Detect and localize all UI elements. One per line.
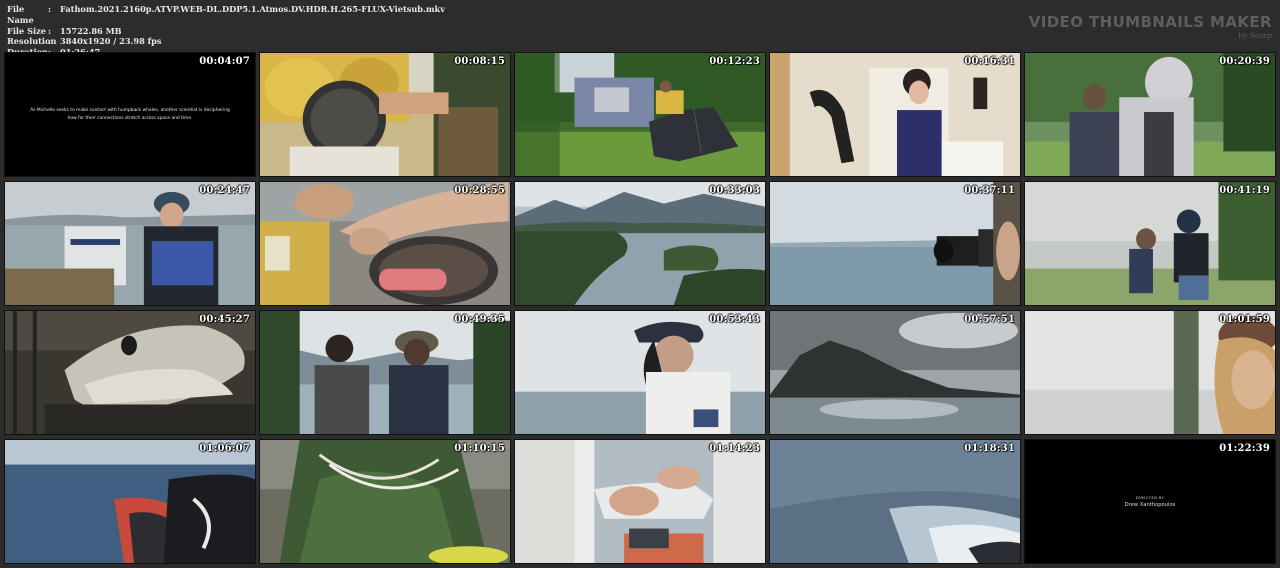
- file-name-row: File Name: Fathom.2021.2160p.ATVP.WEB-DL.…: [7, 4, 445, 26]
- timestamp: 00:28:55: [454, 185, 505, 196]
- thumbnail-12[interactable]: 00:49:35: [259, 310, 511, 435]
- thumbnail-3[interactable]: 00:12:23: [514, 52, 766, 177]
- director-credit: DIRECTED BY Drew Xanthopoulos: [1025, 495, 1275, 509]
- timestamp: 00:41:19: [1219, 185, 1270, 196]
- frame-fjord-landscape: [515, 182, 765, 305]
- resolution-value: 3840x1920 / 23.98 fps: [60, 36, 162, 47]
- brand-logo: VIDEO THUMBNAILS MAKER by Scorp: [1028, 13, 1272, 41]
- frame-two-women-water: [260, 311, 510, 434]
- thumbnail-17[interactable]: 01:10:15: [259, 439, 511, 564]
- thumbnail-1[interactable]: As Michelle seeks to make contact with h…: [4, 52, 256, 177]
- resolution-row: Resolution:3840x1920 / 23.98 fps: [7, 36, 445, 47]
- timestamp: 00:08:15: [454, 56, 505, 67]
- subtitle-caption: As Michelle seeks to make contact with h…: [30, 108, 230, 121]
- thumbnail-19[interactable]: 01:18:31: [769, 439, 1021, 564]
- brand-title: VIDEO THUMBNAILS MAKER: [1028, 13, 1272, 31]
- thumbnail-11[interactable]: 00:45:27: [4, 310, 256, 435]
- file-name-key: File Name: [7, 4, 34, 25]
- frame-boat-outboard: [5, 182, 255, 305]
- timestamp: 00:57:51: [964, 314, 1015, 325]
- frame-boat-rope: [260, 440, 510, 563]
- timestamp: 00:24:47: [199, 185, 250, 196]
- frame-hands-equipment: [260, 182, 510, 305]
- file-size-value: 15722.86 MB: [60, 25, 122, 36]
- frame-water-spray: [770, 440, 1020, 563]
- frame-mountain-sea: [770, 311, 1020, 434]
- timestamp: 00:37:11: [964, 185, 1015, 196]
- thumbnail-15[interactable]: 01:01:59: [1024, 310, 1276, 435]
- thumbnail-9[interactable]: 00:37:11: [769, 181, 1021, 306]
- file-size-key: File Size: [7, 25, 46, 36]
- frame-whale-skull: [5, 311, 255, 434]
- thumbnail-5[interactable]: 00:20:39: [1024, 52, 1276, 177]
- resolution-sep: :: [48, 36, 52, 47]
- timestamp: 00:45:27: [199, 314, 250, 325]
- thumbnail-20[interactable]: DIRECTED BY Drew Xanthopoulos 01:22:39: [1024, 439, 1276, 564]
- timestamp: 01:14:23: [709, 443, 760, 454]
- thumbnail-13[interactable]: 00:53:43: [514, 310, 766, 435]
- file-size-sep: :: [48, 25, 52, 36]
- timestamp: 01:01:59: [1219, 314, 1270, 325]
- timestamp: 00:20:39: [1219, 56, 1270, 67]
- resolution-key: Resolution: [7, 36, 57, 47]
- thumbnail-14[interactable]: 00:57:51: [769, 310, 1021, 435]
- file-name-value: Fathom.2021.2160p.ATVP.WEB-DL.DDP5.1.Atm…: [60, 4, 445, 14]
- frame-woman-beanie-fog: [1025, 311, 1275, 434]
- file-name-sep: :: [48, 4, 52, 14]
- credit-name: Drew Xanthopoulos: [1124, 502, 1176, 508]
- timestamp: 01:10:15: [454, 443, 505, 454]
- timestamp: 00:12:23: [709, 56, 760, 67]
- timestamp: 01:18:31: [964, 443, 1015, 454]
- timestamp: 00:53:43: [709, 314, 760, 325]
- frame-house-solar-panel: [515, 53, 765, 176]
- thumbnail-8[interactable]: 00:33:03: [514, 181, 766, 306]
- frame-couple-shore: [1025, 182, 1275, 305]
- timestamp: 00:04:07: [199, 56, 250, 67]
- thumbnail-16[interactable]: 01:06:07: [4, 439, 256, 564]
- file-info: File Name: Fathom.2021.2160p.ATVP.WEB-DL.…: [7, 4, 445, 58]
- thumbnail-18[interactable]: 01:14:23: [514, 439, 766, 564]
- timestamp: 01:06:07: [199, 443, 250, 454]
- thumbnail-10[interactable]: 00:41:19: [1024, 181, 1276, 306]
- file-size-row: File Size:15722.86 MB: [7, 26, 445, 37]
- timestamp: 00:16:31: [964, 56, 1015, 67]
- frame-hands-device: [515, 440, 765, 563]
- thumbnail-6[interactable]: 00:24:47: [4, 181, 256, 306]
- thumbnail-7[interactable]: 00:28:55: [259, 181, 511, 306]
- timestamp: 00:49:35: [454, 314, 505, 325]
- frame-camera-ocean: [770, 182, 1020, 305]
- frame-woman-indoors: [770, 53, 1020, 176]
- thumbnail-4[interactable]: 00:16:31: [769, 52, 1021, 177]
- frame-lab-equipment: [260, 53, 510, 176]
- frame-boat-wake: [5, 440, 255, 563]
- thumbnail-2[interactable]: 00:08:15: [259, 52, 511, 177]
- brand-subtitle: by Scorp: [1238, 31, 1272, 40]
- thumbnail-grid: As Michelle seeks to make contact with h…: [4, 52, 1276, 564]
- frame-woman-cap-ocean: [515, 311, 765, 434]
- frame-people-outdoors: [1025, 53, 1275, 176]
- timestamp: 00:33:03: [709, 185, 760, 196]
- timestamp: 01:22:39: [1219, 443, 1270, 454]
